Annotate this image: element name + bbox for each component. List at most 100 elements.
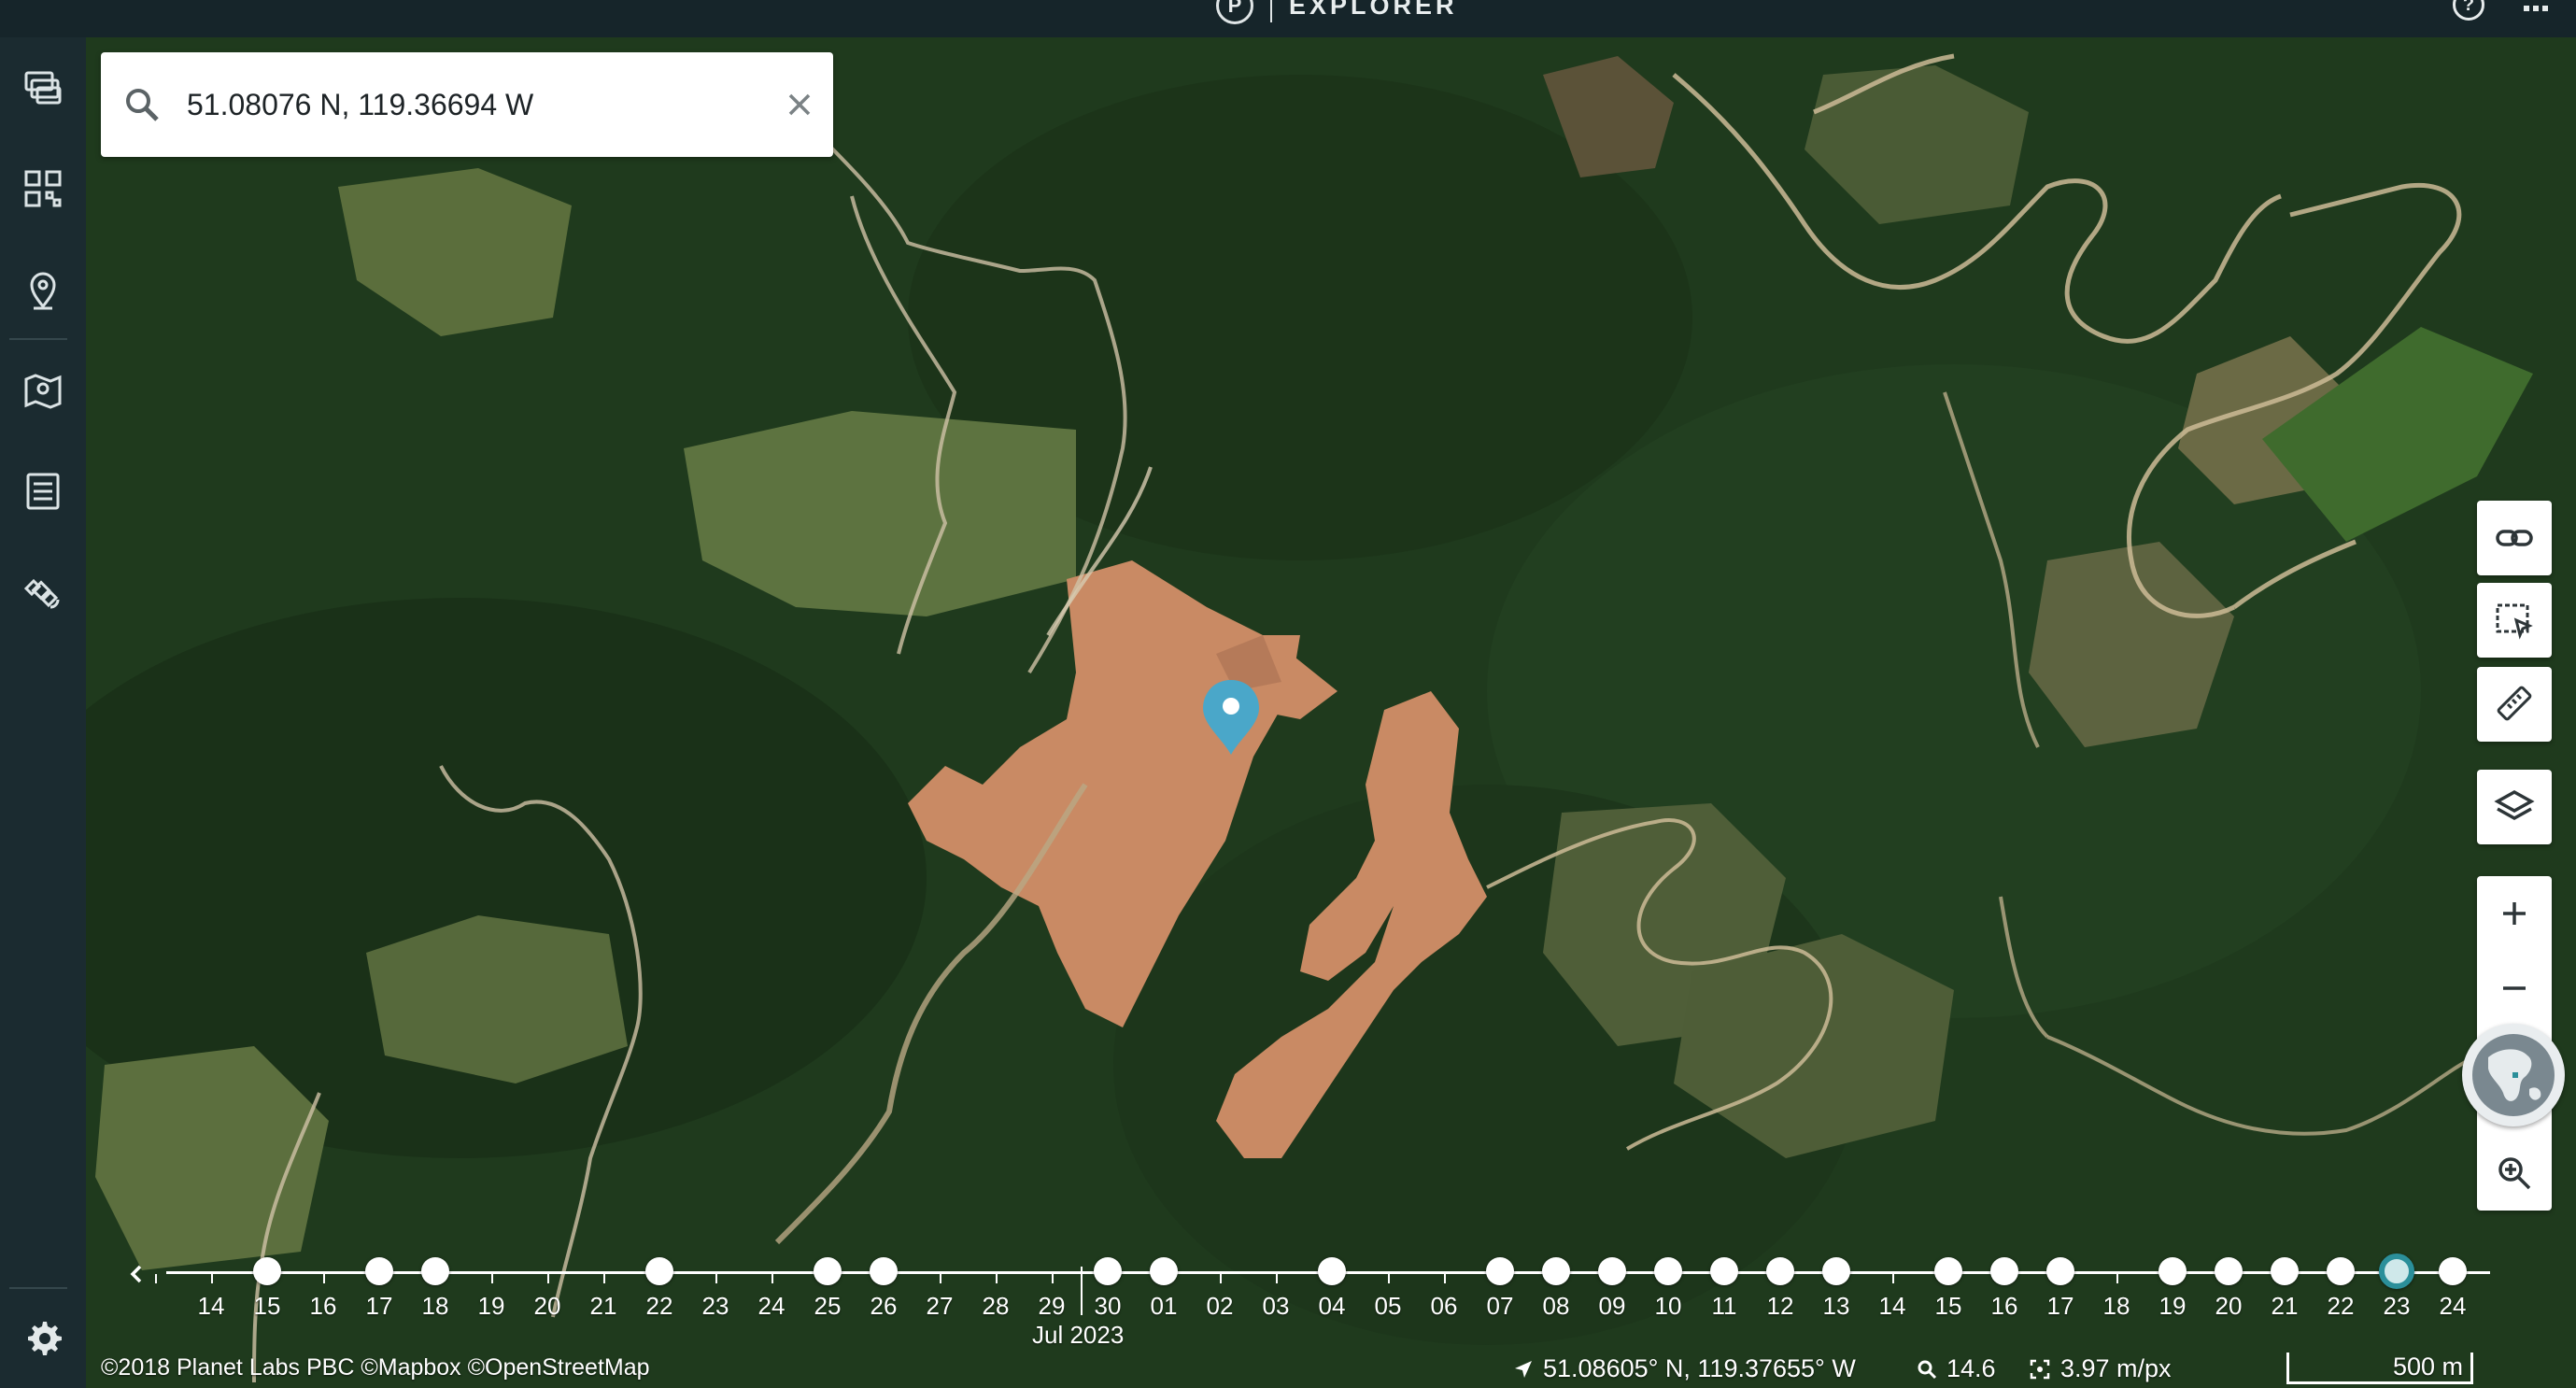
globe-icon[interactable] — [2462, 1024, 2565, 1126]
timeline-scene[interactable] — [1710, 1257, 1738, 1285]
timeline-day-label: 27 — [926, 1292, 954, 1320]
layers-stack-icon[interactable] — [9, 54, 77, 121]
timeline-tick — [547, 1274, 549, 1283]
timeline-day-label: 22 — [645, 1292, 673, 1320]
timeline-scene[interactable] — [1654, 1257, 1682, 1285]
timeline-day-label: 18 — [421, 1292, 449, 1320]
timeline-tick — [155, 1274, 157, 1283]
timeline-scene[interactable] — [1318, 1257, 1346, 1285]
timeline-tick — [211, 1274, 213, 1283]
link-icon[interactable] — [2477, 501, 2552, 575]
timeline-tick — [2116, 1274, 2118, 1283]
search-input[interactable] — [187, 77, 747, 133]
timeline-scene[interactable] — [1990, 1257, 2018, 1285]
explorer-app: P EXPLORER ? 51.08076 N, 119.36694 W 14 … — [0, 0, 2576, 1388]
magnify-icon[interactable] — [2477, 1136, 2552, 1211]
satellite-map[interactable] — [86, 37, 2576, 1388]
zoom-in-icon[interactable] — [2477, 876, 2552, 951]
timeline-day-label: 16 — [309, 1292, 337, 1320]
timeline-scene[interactable] — [2046, 1257, 2074, 1285]
clear-search-icon[interactable] — [781, 86, 818, 123]
zoom-out-icon[interactable] — [2477, 951, 2552, 1026]
timeline-scene[interactable] — [1934, 1257, 1962, 1285]
qr-grid-icon[interactable] — [9, 155, 77, 222]
timeline-scene[interactable] — [1486, 1257, 1514, 1285]
timeline-day-label: 18 — [2102, 1292, 2130, 1320]
timeline-day-label: 17 — [365, 1292, 393, 1320]
timeline-day-label: 13 — [1822, 1292, 1850, 1320]
timeline-day-label: 24 — [757, 1292, 786, 1320]
timeline-day-label: 11 — [1711, 1292, 1737, 1320]
zoom-level-text: 14.6 — [1946, 1354, 1996, 1382]
timeline-tick — [1444, 1274, 1446, 1283]
resolution-text: 3.97 m/px — [2060, 1354, 2172, 1382]
top-bar: P EXPLORER ? — [0, 0, 2576, 37]
timeline-scene[interactable] — [1598, 1257, 1626, 1285]
timeline-tick — [771, 1274, 773, 1283]
timeline-scene[interactable] — [2158, 1257, 2187, 1285]
timeline-scene[interactable] — [1150, 1257, 1178, 1285]
timeline-scene[interactable] — [253, 1257, 281, 1285]
timeline-day-label: 26 — [870, 1292, 898, 1320]
timeline-tick — [1276, 1274, 1278, 1283]
timeline-tick — [603, 1274, 605, 1283]
resolution: 3.97 m/px — [2029, 1354, 2172, 1383]
timeline-day-label: 25 — [814, 1292, 842, 1320]
timeline-scene[interactable] — [2215, 1257, 2243, 1285]
navigation-arrow-icon — [1515, 1360, 1532, 1378]
timeline-scene[interactable] — [2439, 1257, 2467, 1285]
timeline-back-icon[interactable] — [123, 1261, 149, 1287]
timeline-day-label: 12 — [1766, 1292, 1794, 1320]
sidebar-divider — [9, 338, 67, 340]
scale-bar: 500 m — [2286, 1353, 2473, 1384]
search-box[interactable] — [101, 52, 833, 157]
timeline-day-label: 22 — [2327, 1292, 2355, 1320]
timeline-scene-selected[interactable] — [2379, 1253, 2414, 1289]
timeline-day-label: 01 — [1150, 1292, 1178, 1320]
timeline-scene[interactable] — [2271, 1257, 2299, 1285]
app-name: EXPLORER — [1289, 0, 1458, 20]
timeline-tick — [1892, 1274, 1894, 1283]
timeline-scene[interactable] — [1766, 1257, 1794, 1285]
timeline-day-label: 19 — [477, 1292, 505, 1320]
coordinates-text: 51.08605° N, 119.37655° W — [1543, 1354, 1856, 1382]
map-pin-icon[interactable] — [9, 357, 77, 424]
planet-logo-icon: P — [1216, 0, 1253, 24]
timeline-day-label: 10 — [1654, 1292, 1682, 1320]
settings-gear-icon[interactable] — [9, 1304, 77, 1371]
ruler-icon[interactable] — [2477, 667, 2552, 742]
timeline-day-label: 02 — [1206, 1292, 1234, 1320]
timeline-tick — [715, 1274, 717, 1283]
select-area-icon[interactable] — [2477, 583, 2552, 658]
satellite-icon[interactable] — [9, 559, 77, 626]
list-icon[interactable] — [9, 458, 77, 525]
timeline-scene[interactable] — [1094, 1257, 1122, 1285]
timeline-scene[interactable] — [365, 1257, 393, 1285]
map-attribution: ©2018 Planet Labs PBC ©Mapbox ©OpenStree… — [101, 1354, 650, 1381]
timeline-day-label: 14 — [1878, 1292, 1906, 1320]
timeline-scene[interactable] — [814, 1257, 842, 1285]
timeline-scene[interactable] — [2327, 1257, 2355, 1285]
location-pin-icon[interactable] — [9, 256, 77, 323]
timeline-scene[interactable] — [645, 1257, 673, 1285]
timeline-day-label: 23 — [701, 1292, 729, 1320]
timeline-scene[interactable] — [1542, 1257, 1570, 1285]
layers-icon[interactable] — [2477, 770, 2552, 844]
timeline-tick — [1052, 1274, 1054, 1283]
timeline-day-label: 04 — [1318, 1292, 1346, 1320]
timeline-scene[interactable] — [1822, 1257, 1850, 1285]
timeline-day-label: 20 — [2215, 1292, 2243, 1320]
timeline-day-label: 24 — [2439, 1292, 2467, 1320]
help-icon[interactable]: ? — [2453, 0, 2484, 21]
zoom-level: 14.6 — [1917, 1354, 1996, 1383]
brand-divider — [1270, 0, 1272, 22]
timeline-day-label: 15 — [253, 1292, 281, 1320]
timeline-tick — [1388, 1274, 1390, 1283]
timeline-scene[interactable] — [421, 1257, 449, 1285]
timeline-scene[interactable] — [870, 1257, 898, 1285]
apps-grid-icon[interactable] — [2524, 0, 2550, 15]
timeline-month-label: Jul 2023 — [1032, 1321, 1125, 1349]
timeline-day-label: 09 — [1598, 1292, 1626, 1320]
zoom-level-icon — [1918, 1360, 1937, 1379]
scale-label: 500 m — [2392, 1353, 2463, 1381]
